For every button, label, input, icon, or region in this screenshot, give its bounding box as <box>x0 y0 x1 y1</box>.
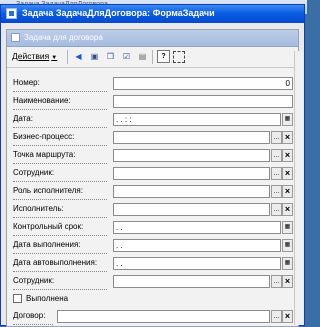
employee-row: Сотрудник: ... × <box>7 165 299 183</box>
done-row: Выполнена <box>7 291 299 309</box>
performer-label: Исполнитель: <box>13 204 107 218</box>
employee2-row: Сотрудник: ... × <box>7 273 299 291</box>
select-button[interactable]: ... <box>271 185 282 198</box>
employee2-label: Сотрудник: <box>13 276 107 290</box>
performer-role-label: Роль исполнителя: <box>13 186 107 200</box>
toolbar-separator <box>152 50 153 64</box>
window-titlebar[interactable]: Задача ЗадачаДляДоговора: ФормаЗадачи <box>1 5 304 23</box>
done-date-row: Дата выполнения: . . ▦ <box>7 237 299 255</box>
form-icon <box>11 33 20 42</box>
date-input[interactable]: . . : : <box>113 113 281 126</box>
done-label: Выполнена <box>26 294 69 303</box>
clear-icon[interactable]: × <box>282 131 293 144</box>
number-label: Номер: <box>13 78 107 92</box>
form-titlebar: Задача для договора <box>7 30 298 47</box>
scrollbar[interactable] <box>294 51 303 325</box>
form-title: Задача для договора <box>24 33 103 42</box>
actions-menu-label: Действия <box>12 51 50 61</box>
toolbar: Действия ▼ ◀ ▣ ❐ ☑ ▤ ? <box>7 47 298 68</box>
check-icon[interactable]: ☑ <box>120 50 133 63</box>
name-row: Наименование: <box>7 93 299 111</box>
form-panel: Задача для договора Действия ▼ ◀ ▣ ❐ ☑ ▤ … <box>6 29 299 327</box>
clear-icon[interactable]: × <box>282 310 293 323</box>
app-icon <box>6 8 17 19</box>
clear-icon[interactable]: × <box>282 185 293 198</box>
help-icon[interactable]: ? <box>157 50 170 63</box>
contract-row: Договор: ... × <box>7 308 299 326</box>
find-icon[interactable]: ▣ <box>88 50 101 63</box>
route-point-label: Точка маршрута: <box>13 150 107 164</box>
main-window: Задача ЗадачаДляДоговора: ФормаЗадачи За… <box>0 4 305 327</box>
select-button[interactable]: ... <box>271 167 282 180</box>
clear-icon[interactable]: × <box>282 275 293 288</box>
done-checkbox[interactable] <box>13 294 22 303</box>
auto-date-input[interactable]: . . <box>113 257 281 270</box>
auto-date-label: Дата автовыполнения: <box>13 258 107 272</box>
select-button[interactable]: ... <box>271 149 282 162</box>
number-input[interactable]: 0 <box>113 77 293 90</box>
doc-icon[interactable]: ▤ <box>136 50 149 63</box>
clear-icon[interactable]: × <box>282 203 293 216</box>
name-input[interactable] <box>113 95 293 108</box>
select-button[interactable]: ... <box>271 203 282 216</box>
performer-input[interactable] <box>113 203 270 216</box>
calendar-icon[interactable]: ▦ <box>282 221 293 234</box>
frame-icon[interactable] <box>173 51 185 63</box>
date-label: Дата: <box>13 114 107 128</box>
business-process-input[interactable] <box>113 131 270 144</box>
calendar-icon[interactable]: ▦ <box>282 113 293 126</box>
deadline-label: Контрольный срок: <box>13 222 107 236</box>
name-label: Наименование: <box>13 96 107 110</box>
select-button[interactable]: ... <box>271 275 282 288</box>
toolbar-separator <box>67 50 68 64</box>
performer-row: Исполнитель: ... × <box>7 201 299 219</box>
actions-menu[interactable]: Действия ▼ <box>12 51 57 61</box>
deadline-input[interactable]: . . <box>113 221 281 234</box>
performer-role-input[interactable] <box>113 185 270 198</box>
auto-date-row: Дата автовыполнения: . . ▦ <box>7 255 299 273</box>
number-row: Номер: 0 <box>7 75 299 93</box>
select-button[interactable]: ... <box>271 310 282 323</box>
done-date-input[interactable]: . . <box>113 239 281 252</box>
select-button[interactable]: ... <box>271 131 282 144</box>
done-date-label: Дата выполнения: <box>13 240 107 254</box>
copy-icon[interactable]: ❐ <box>104 50 117 63</box>
contract-input[interactable] <box>57 310 270 323</box>
employee2-input[interactable] <box>113 275 270 288</box>
business-process-row: Бизнес-процесс: ... × <box>7 129 299 147</box>
route-point-input[interactable] <box>113 149 270 162</box>
contract-label: Договор: <box>13 311 53 325</box>
route-point-row: Точка маршрута: ... × <box>7 147 299 165</box>
chevron-down-icon: ▼ <box>51 55 58 61</box>
window-title: Задача ЗадачаДляДоговора: ФормаЗадачи <box>22 8 215 18</box>
arrow-left-icon[interactable]: ◀ <box>72 50 85 63</box>
employee-input[interactable] <box>113 167 270 180</box>
clear-icon[interactable]: × <box>282 149 293 162</box>
date-row: Дата: . . : : ▦ <box>7 111 299 129</box>
calendar-icon[interactable]: ▦ <box>282 239 293 252</box>
deadline-row: Контрольный срок: . . ▦ <box>7 219 299 237</box>
employee-label: Сотрудник: <box>13 168 107 182</box>
calendar-icon[interactable]: ▦ <box>282 257 293 270</box>
performer-role-row: Роль исполнителя: ... × <box>7 183 299 201</box>
business-process-label: Бизнес-процесс: <box>13 132 107 146</box>
clear-icon[interactable]: × <box>282 167 293 180</box>
